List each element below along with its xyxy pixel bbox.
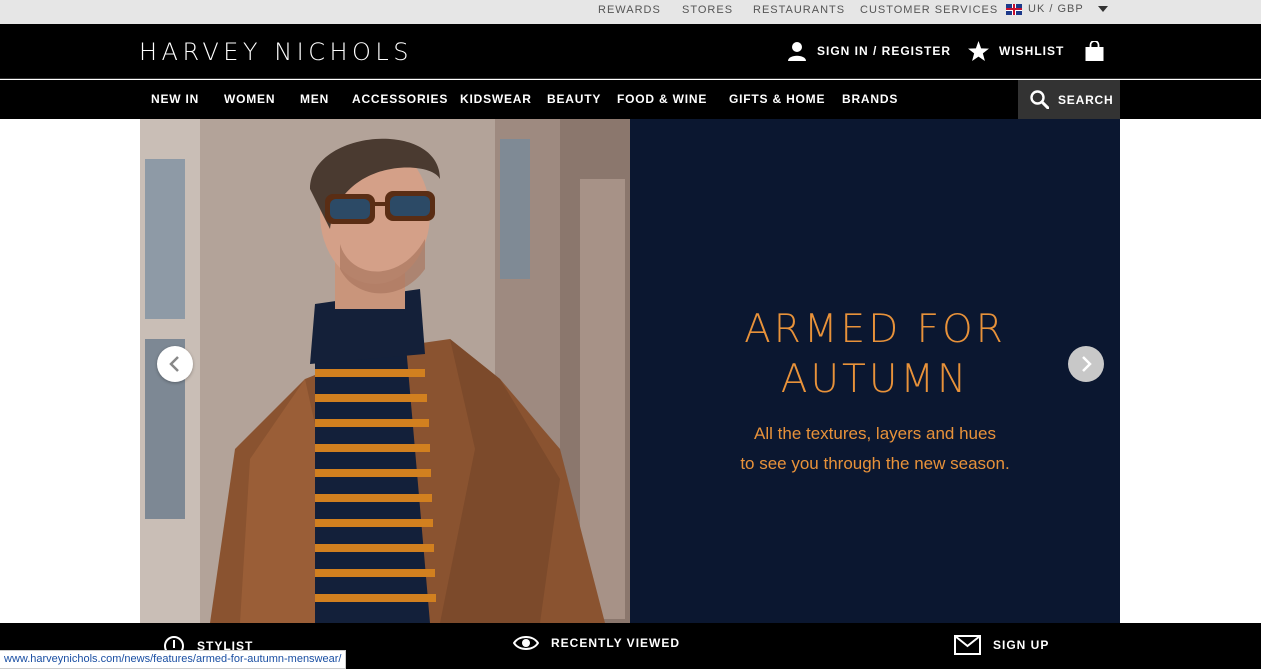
hero-banner[interactable]: ARMED FOR AUTUMN All the textures, layer… bbox=[140, 119, 1120, 623]
eye-icon bbox=[513, 636, 539, 650]
main-nav: NEW IN WOMEN MEN ACCESSORIES KIDSWEAR BE… bbox=[0, 80, 1261, 119]
hero-headline: ARMED FOR AUTUMN bbox=[630, 305, 1120, 405]
sign-up-label: SIGN UP bbox=[993, 638, 1050, 652]
stores-link[interactable]: STORES bbox=[682, 4, 733, 16]
hero-subline: All the textures, layers and hues to see… bbox=[630, 419, 1120, 479]
chevron-left-icon bbox=[169, 356, 179, 372]
hero-headline-line2: AUTUMN bbox=[780, 357, 970, 402]
recently-viewed-button[interactable]: RECENTLY VIEWED bbox=[513, 635, 680, 651]
shopping-bag-icon bbox=[1085, 41, 1104, 61]
uk-flag-icon bbox=[1006, 3, 1022, 15]
wishlist-label: WISHLIST bbox=[999, 44, 1065, 58]
nav-item-gifts-home[interactable]: GIFTS & HOME bbox=[729, 92, 825, 106]
hero-model-image bbox=[140, 119, 630, 623]
utility-bar: REWARDS STORES RESTAURANTS CUSTOMER SERV… bbox=[0, 0, 1261, 24]
rewards-link[interactable]: REWARDS bbox=[598, 4, 661, 16]
carousel-prev-button[interactable] bbox=[157, 346, 193, 382]
recently-viewed-label: RECENTLY VIEWED bbox=[551, 636, 681, 650]
sign-in-register-link[interactable]: SIGN IN / REGISTER bbox=[787, 41, 951, 61]
browser-status-url: www.harveynichols.com/news/features/arme… bbox=[0, 650, 347, 669]
nav-item-food-wine[interactable]: FOOD & WINE bbox=[617, 92, 707, 106]
nav-item-women[interactable]: WOMEN bbox=[224, 92, 275, 106]
hero-subline-line1: All the textures, layers and hues bbox=[754, 424, 996, 443]
site-header: HARVEY NICHOLS SIGN IN / REGISTER WISHLI… bbox=[0, 24, 1261, 79]
nav-item-brands[interactable]: BRANDS bbox=[842, 92, 898, 106]
nav-item-kidswear[interactable]: KIDSWEAR bbox=[460, 92, 532, 106]
search-icon bbox=[1030, 90, 1049, 109]
carousel-next-button[interactable] bbox=[1068, 346, 1104, 382]
sign-up-button[interactable]: SIGN UP bbox=[954, 635, 1049, 655]
restaurants-link[interactable]: RESTAURANTS bbox=[753, 4, 845, 16]
chevron-right-icon bbox=[1082, 356, 1092, 372]
search-button[interactable]: SEARCH bbox=[1018, 80, 1120, 119]
customer-services-link[interactable]: CUSTOMER SERVICES bbox=[860, 4, 998, 16]
star-icon bbox=[968, 41, 989, 61]
locale-label: UK / GBP bbox=[1028, 3, 1084, 15]
nav-item-men[interactable]: MEN bbox=[300, 92, 329, 106]
hero-text-panel: ARMED FOR AUTUMN All the textures, layer… bbox=[630, 119, 1120, 623]
harvey-nichols-logo[interactable]: HARVEY NICHOLS bbox=[139, 38, 413, 66]
user-icon bbox=[788, 42, 806, 61]
nav-item-accessories[interactable]: ACCESSORIES bbox=[352, 92, 448, 106]
sign-in-label: SIGN IN / REGISTER bbox=[817, 44, 952, 58]
hero-headline-line1: ARMED FOR bbox=[744, 307, 1006, 352]
chevron-down-icon bbox=[1097, 6, 1108, 12]
search-label: SEARCH bbox=[1058, 92, 1114, 107]
nav-item-beauty[interactable]: BEAUTY bbox=[547, 92, 601, 106]
wishlist-link[interactable]: WISHLIST bbox=[968, 41, 1064, 61]
locale-selector[interactable]: UK / GBP bbox=[1006, 3, 1108, 15]
nav-item-new-in[interactable]: NEW IN bbox=[151, 92, 199, 106]
envelope-icon bbox=[954, 635, 981, 655]
shopping-bag-button[interactable] bbox=[1085, 41, 1104, 61]
hero-subline-line2: to see you through the new season. bbox=[740, 454, 1010, 473]
